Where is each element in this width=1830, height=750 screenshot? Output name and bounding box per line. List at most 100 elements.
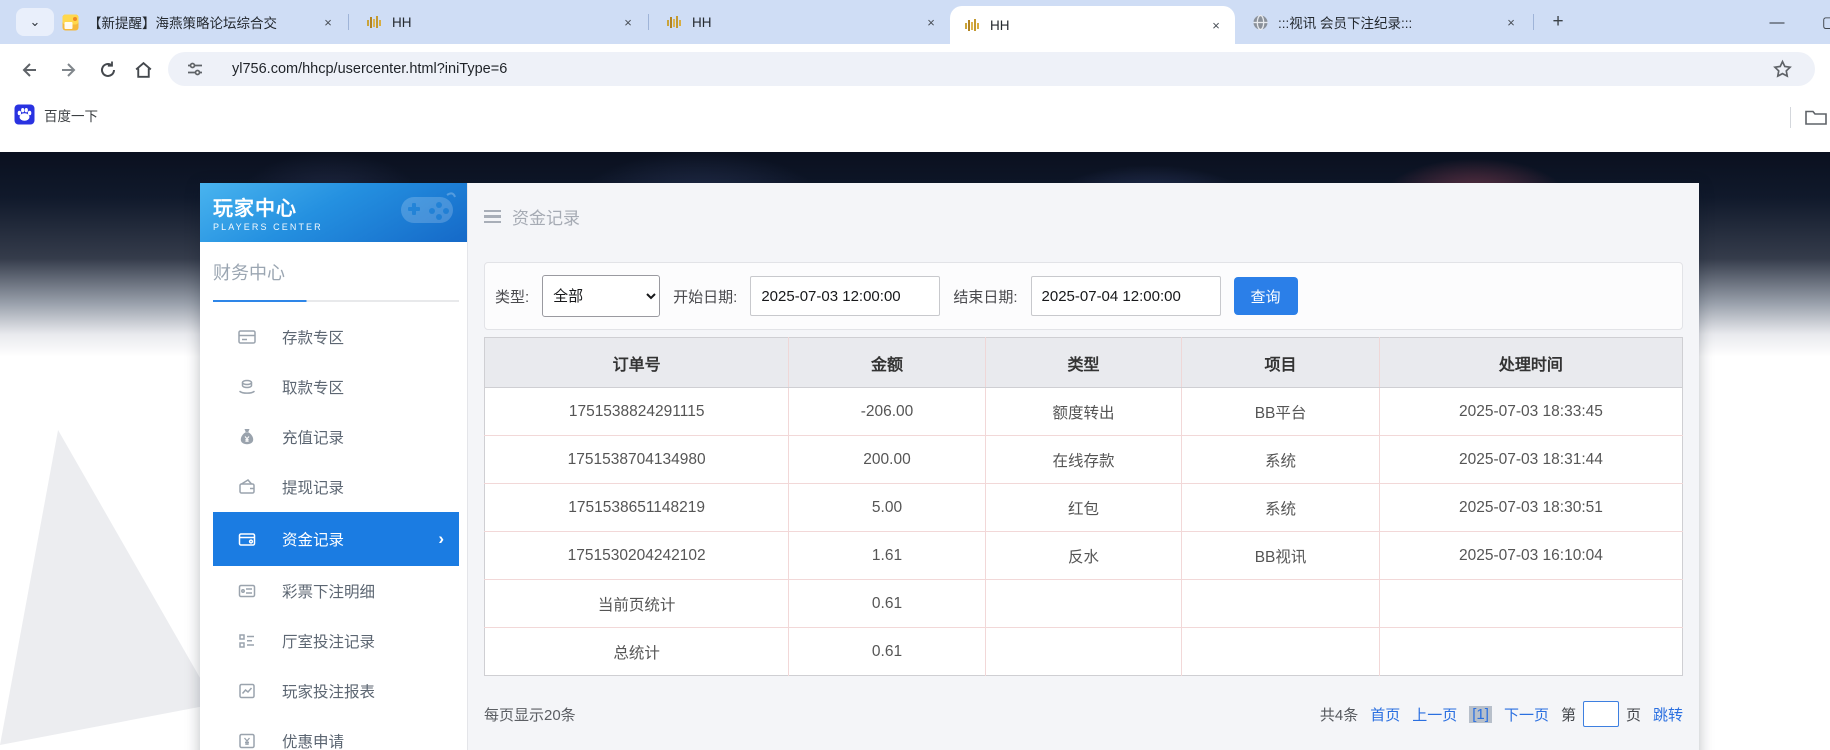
sidebar-item-hall-bet-records[interactable]: 厅室投注记录 xyxy=(213,616,459,666)
tab-video-records[interactable]: :::视讯 会员下注纪录::: × xyxy=(1238,0,1530,44)
pagination: 共4条 首页 上一页 [1] 下一页 第 页 跳转 xyxy=(1320,701,1683,727)
col-header-project: 项目 xyxy=(1182,338,1380,388)
sidebar-item-label: 优惠申请 xyxy=(282,730,344,750)
money-bag-icon xyxy=(237,427,257,447)
tab-title: 【新提醒】海燕策略论坛综合交 xyxy=(88,12,319,32)
close-icon[interactable]: × xyxy=(1207,16,1225,34)
sidebar-item-withdrawal-records[interactable]: 提现记录 xyxy=(213,462,459,512)
close-icon[interactable]: × xyxy=(922,13,940,31)
globe-icon xyxy=(1252,14,1269,31)
cell-time xyxy=(1379,628,1682,676)
sidebar-item-withdraw-zone[interactable]: 取款专区 xyxy=(213,362,459,412)
next-page-link[interactable]: 下一页 xyxy=(1504,704,1549,725)
tab-hh-active[interactable]: HH × xyxy=(950,6,1235,44)
cell-order: 当前页统计 xyxy=(485,580,789,628)
bookmark-star-icon[interactable] xyxy=(1772,59,1793,80)
jump-prefix-label: 第 xyxy=(1561,704,1576,725)
back-button[interactable] xyxy=(14,56,42,84)
cell-type: 在线存款 xyxy=(985,436,1181,484)
home-icon xyxy=(133,60,154,81)
sidebar-item-funds-records[interactable]: 资金记录 › xyxy=(213,512,459,566)
hall-bet-list-icon xyxy=(237,631,257,651)
tab-forum[interactable]: 【新提醒】海燕策略论坛综合交 × xyxy=(48,0,347,44)
tab-title: HH xyxy=(392,15,619,30)
col-header-order: 订单号 xyxy=(485,338,789,388)
close-icon[interactable]: × xyxy=(619,13,637,31)
new-tab-button[interactable]: + xyxy=(1545,9,1571,35)
tab-divider xyxy=(1533,14,1534,30)
sidebar-item-promo-application[interactable]: 优惠申请 xyxy=(213,716,459,750)
bookmark-baidu[interactable]: 百度一下 xyxy=(14,104,98,125)
reload-button[interactable] xyxy=(94,56,122,84)
funds-record-table: 订单号 金额 类型 项目 处理时间 1751538824291115 -206.… xyxy=(484,337,1683,676)
table-summary-row-page: 当前页统计 0.61 xyxy=(485,580,1683,628)
other-bookmarks-folder-icon[interactable] xyxy=(1804,107,1828,127)
table-row: 1751538651148219 5.00 红包 系统 2025-07-03 1… xyxy=(485,484,1683,532)
close-icon[interactable]: × xyxy=(319,13,337,31)
filter-bar: 类型: 全部 开始日期: 结束日期: 查询 xyxy=(484,262,1683,330)
close-icon[interactable]: × xyxy=(1502,13,1520,31)
cell-amount: 0.61 xyxy=(789,580,985,628)
prev-page-link[interactable]: 上一页 xyxy=(1412,704,1457,725)
sidebar-item-deposit-zone[interactable]: 存款专区 xyxy=(213,312,459,362)
sidebar-item-label: 存款专区 xyxy=(282,326,344,348)
report-chart-icon xyxy=(237,681,257,701)
bookmarks-bar: 百度一下 xyxy=(0,95,1830,140)
window-maximize-button[interactable]: ▢ xyxy=(1814,8,1830,36)
funds-record-icon xyxy=(237,529,257,549)
tab-title: HH xyxy=(692,15,922,30)
page-header: 资金记录 xyxy=(484,204,1683,229)
cell-project: 系统 xyxy=(1182,484,1380,532)
tab-hh-1[interactable]: HH × xyxy=(352,0,647,44)
tab-hh-2[interactable]: HH × xyxy=(652,0,950,44)
sidebar-item-label: 彩票下注明细 xyxy=(282,580,375,602)
table-row: 1751538704134980 200.00 在线存款 系统 2025-07-… xyxy=(485,436,1683,484)
sidebar-item-recharge-records[interactable]: 充值记录 xyxy=(213,412,459,462)
sidebar-menu: 存款专区 取款专区 充值记录 xyxy=(213,312,459,750)
cell-order: 1751538824291115 xyxy=(485,388,789,436)
sidebar: 玩家中心 PLAYERS CENTER 财务中心 存款专区 xyxy=(200,183,467,750)
first-page-link[interactable]: 首页 xyxy=(1370,704,1400,725)
hh-logo-icon xyxy=(366,14,383,31)
home-button[interactable] xyxy=(129,56,157,84)
type-label: 类型: xyxy=(495,286,529,307)
jump-button[interactable]: 跳转 xyxy=(1653,704,1683,725)
current-page-link[interactable]: [1] xyxy=(1469,706,1492,723)
cell-order: 总统计 xyxy=(485,628,789,676)
page-jump-group: 第 页 xyxy=(1561,701,1641,727)
sidebar-item-player-bet-report[interactable]: 玩家投注报表 xyxy=(213,666,459,716)
section-title: 财务中心 xyxy=(213,259,459,285)
finance-section: 财务中心 xyxy=(213,242,459,302)
cell-type: 额度转出 xyxy=(985,388,1181,436)
sidebar-item-label: 资金记录 xyxy=(282,528,344,550)
forward-arrow-icon xyxy=(60,60,80,80)
cell-project: 系统 xyxy=(1182,436,1380,484)
tab-divider xyxy=(648,14,649,30)
table-row: 1751538824291115 -206.00 额度转出 BB平台 2025-… xyxy=(485,388,1683,436)
table-footer: 每页显示20条 共4条 首页 上一页 [1] 下一页 第 页 跳转 xyxy=(484,701,1683,727)
browser-toolbar: yl756.com/hhcp/usercenter.html?iniType=6 xyxy=(0,44,1830,95)
chevron-right-icon: › xyxy=(438,529,444,549)
end-date-input[interactable] xyxy=(1031,276,1221,316)
address-bar[interactable]: yl756.com/hhcp/usercenter.html?iniType=6 xyxy=(168,52,1815,86)
cell-type: 红包 xyxy=(985,484,1181,532)
window-minimize-button[interactable]: — xyxy=(1762,8,1792,36)
sidebar-item-lottery-bet-details[interactable]: 彩票下注明细 xyxy=(213,566,459,616)
main-content: 资金记录 类型: 全部 开始日期: 结束日期: 查询 订单号 金额 类型 项目 xyxy=(467,183,1699,750)
search-button[interactable]: 查询 xyxy=(1234,277,1298,315)
type-select[interactable]: 全部 xyxy=(542,275,660,317)
col-header-time: 处理时间 xyxy=(1379,338,1682,388)
cell-time: 2025-07-03 18:31:44 xyxy=(1379,436,1682,484)
url-text[interactable]: yl756.com/hhcp/usercenter.html?iniType=6 xyxy=(232,61,507,77)
section-underline xyxy=(213,300,459,302)
withdraw-hand-icon xyxy=(237,377,257,397)
hh-logo-icon xyxy=(666,14,683,31)
site-info-icon[interactable] xyxy=(186,60,204,78)
deposit-card-icon xyxy=(237,327,257,347)
start-date-input[interactable] xyxy=(750,276,940,316)
page-title: 资金记录 xyxy=(512,204,580,229)
chevron-down-icon: ⌄ xyxy=(30,14,41,30)
page-jump-input[interactable] xyxy=(1583,701,1619,727)
forward-button[interactable] xyxy=(56,56,84,84)
cell-order: 1751530204242102 xyxy=(485,532,789,580)
